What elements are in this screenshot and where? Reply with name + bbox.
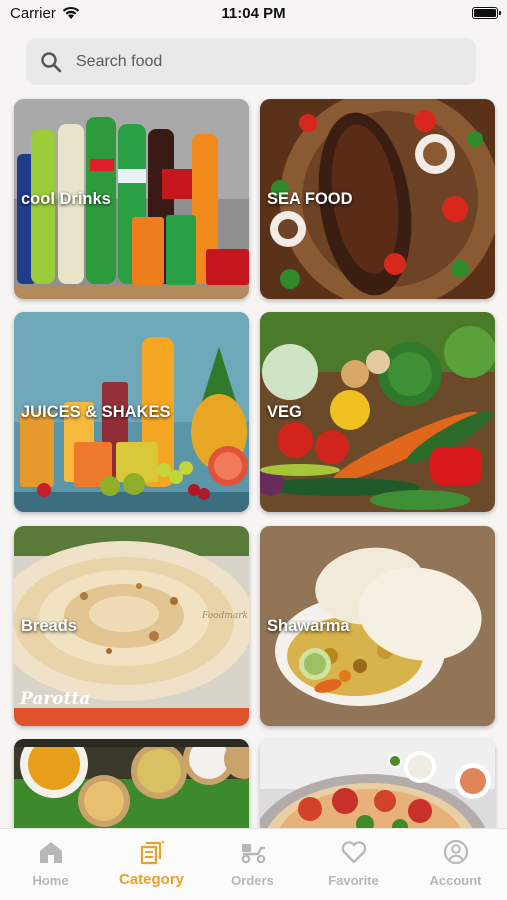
category-card-cool-drinks[interactable]: cool Drinks xyxy=(14,99,249,299)
watermark: Foodmark xyxy=(201,611,248,621)
tab-account[interactable]: Account xyxy=(405,829,506,900)
category-card-sea-food[interactable]: SEA FOOD xyxy=(260,99,495,299)
category-label: Breads xyxy=(21,617,77,635)
meals-image xyxy=(14,739,249,828)
category-card-shawarma[interactable]: Shawarma xyxy=(260,526,495,726)
category-card-meals[interactable] xyxy=(14,739,249,828)
tab-orders[interactable]: Orders xyxy=(202,829,303,900)
tab-label: Account xyxy=(429,873,482,888)
category-card-veg[interactable]: VEG xyxy=(260,312,495,512)
tab-label: Favorite xyxy=(328,873,379,888)
category-grid: cool Drinks SEA FOOD JUICES & SHAKES VEG… xyxy=(0,0,507,828)
parotta-logo: Parotta xyxy=(19,689,90,709)
heart-icon xyxy=(341,841,367,864)
category-card-juices-shakes[interactable]: JUICES & SHAKES xyxy=(14,312,249,512)
category-card-breads[interactable]: Parotta Foodmark Breads xyxy=(14,526,249,726)
delivery-scooter-icon xyxy=(241,844,266,864)
tab-label: Orders xyxy=(231,873,274,888)
category-label: Shawarma xyxy=(267,617,350,635)
tab-category[interactable]: Category xyxy=(101,829,202,900)
category-label: JUICES & SHAKES xyxy=(21,403,171,421)
bottom-tab-bar: Home Category Orders Favorite Account xyxy=(0,828,507,900)
home-icon xyxy=(40,842,62,863)
category-card-pizza[interactable] xyxy=(260,739,495,828)
account-icon xyxy=(443,839,469,865)
category-label: VEG xyxy=(267,403,302,421)
tab-label: Home xyxy=(32,873,69,888)
tab-favorite[interactable]: Favorite xyxy=(303,829,404,900)
tab-label: Category xyxy=(118,871,185,888)
category-icon xyxy=(140,840,165,865)
pizza-image xyxy=(260,739,495,828)
category-label: SEA FOOD xyxy=(267,190,353,208)
category-label: cool Drinks xyxy=(21,190,111,208)
tab-home[interactable]: Home xyxy=(0,829,101,900)
